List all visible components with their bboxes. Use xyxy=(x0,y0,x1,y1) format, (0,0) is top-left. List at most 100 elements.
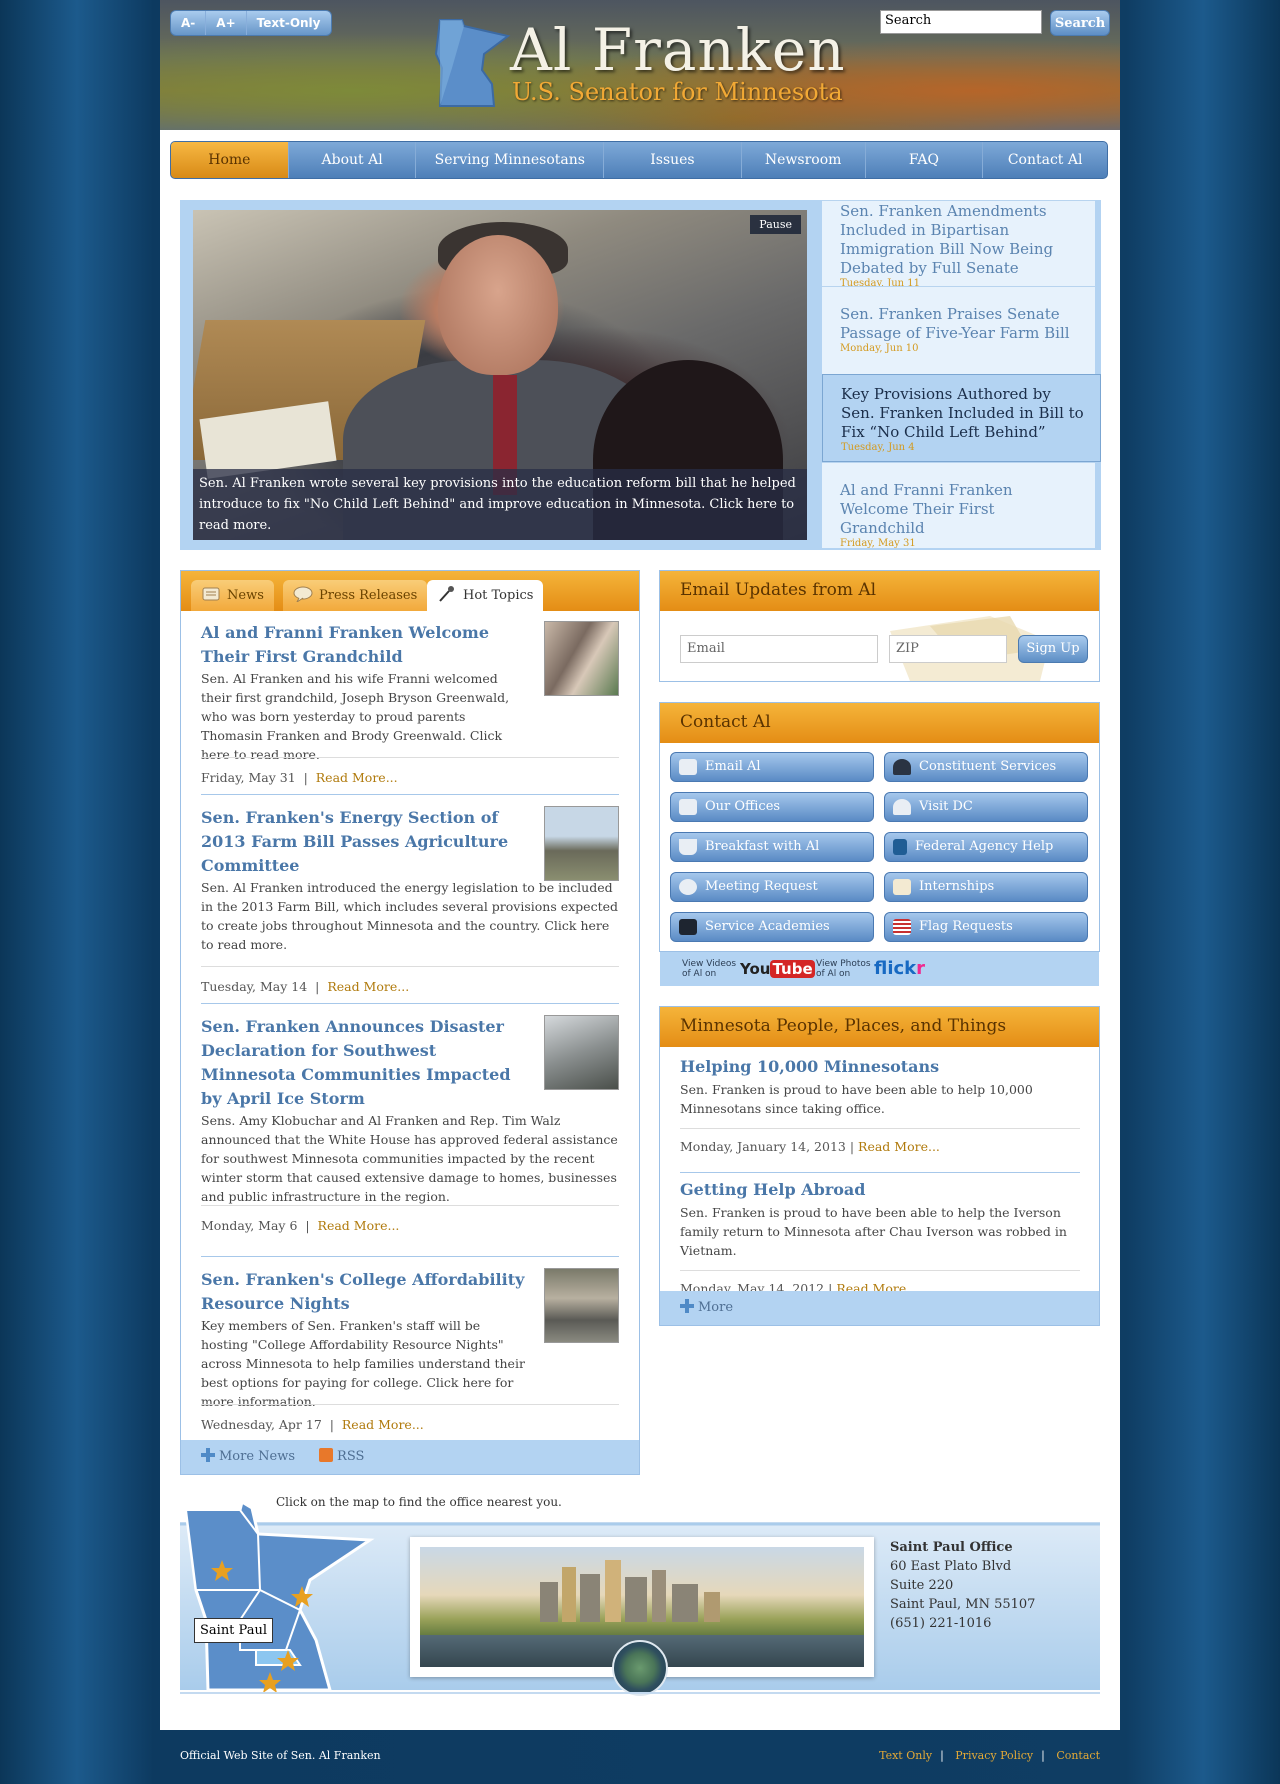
news-item-title[interactable]: Sen. Franken's College Affordability Res… xyxy=(201,1268,526,1316)
slide-item-date: Monday, Jun 10 xyxy=(840,343,919,354)
sign-up-button[interactable]: Sign Up xyxy=(1018,635,1088,663)
news-item-body: Sen. Al Franken and his wife Franni welc… xyxy=(201,671,510,762)
email-field[interactable]: Email xyxy=(680,635,878,663)
search-input[interactable]: Search xyxy=(880,10,1042,34)
ppt-item-title[interactable]: Getting Help Abroad xyxy=(680,1180,1080,1199)
news-thumbnail[interactable] xyxy=(544,1268,619,1343)
office-city: Saint Paul, MN 55107 xyxy=(890,1597,1036,1612)
visit-dc-button[interactable]: Visit DC xyxy=(884,792,1088,822)
nav-contact-al[interactable]: Contact Al xyxy=(983,142,1107,178)
search-button[interactable]: Search xyxy=(1050,10,1110,36)
footer-contact-link[interactable]: Contact xyxy=(1056,1749,1100,1762)
youtube-icon[interactable]: You Tube xyxy=(740,960,815,978)
federal-agency-help-button[interactable]: Federal Agency Help xyxy=(884,832,1088,862)
footer-links: Text Only | Privacy Policy | Contact xyxy=(879,1749,1100,1762)
flag-icon xyxy=(893,919,911,935)
selected-office-label: Saint Paul xyxy=(194,1618,273,1643)
slide-item-date: Tuesday, Jun 4 xyxy=(841,442,915,453)
divider xyxy=(201,794,619,795)
ppt-item-meta: Monday, January 14, 2013 | Read More... xyxy=(680,1128,1080,1154)
news-thumbnail[interactable] xyxy=(544,621,619,696)
read-more-link[interactable]: Read More... xyxy=(327,979,409,994)
tab-press-releases[interactable]: Press Releases xyxy=(283,580,428,611)
email-updates-panel: Email Updates from Al Email ZIP Sign Up xyxy=(659,570,1100,682)
news-item: Sen. Franken's College Affordability Res… xyxy=(201,1268,619,1432)
more-link[interactable]: More xyxy=(660,1291,1099,1325)
news-item-title[interactable]: Al and Franni Franken Welcome Their Firs… xyxy=(201,621,526,669)
nav-home[interactable]: Home xyxy=(171,142,289,178)
button-label: Federal Agency Help xyxy=(915,839,1054,854)
news-item-meta: Monday, May 6 | Read More... xyxy=(201,1205,619,1233)
coffee-cup-icon xyxy=(679,839,697,855)
pause-button[interactable]: Pause xyxy=(750,215,801,234)
flickr-icon[interactable]: flickr xyxy=(874,958,925,979)
read-more-link[interactable]: Read More... xyxy=(342,1417,424,1432)
ppt-item-title[interactable]: Helping 10,000 Minnesotans xyxy=(680,1057,1080,1076)
office-phone: (651) 221-1016 xyxy=(890,1616,992,1631)
nav-newsroom[interactable]: Newsroom xyxy=(742,142,866,178)
ppt-item-body: Sen. Franken is proud to have been able … xyxy=(680,1205,1067,1258)
slide-item-active[interactable]: Key Provisions Authored by Sen. Franken … xyxy=(822,374,1101,462)
videos-label: View Videos xyxy=(682,959,737,969)
constituent-services-button[interactable]: Constituent Services xyxy=(884,752,1088,782)
our-offices-button[interactable]: Our Offices xyxy=(670,792,874,822)
slide-item[interactable]: Al and Franni Franken Welcome Their Firs… xyxy=(822,462,1095,549)
nav-about-al[interactable]: About Al xyxy=(289,142,417,178)
tab-news[interactable]: News xyxy=(191,580,274,611)
news-thumbnail[interactable] xyxy=(544,806,619,881)
media-strip: View Videos of Al on You Tube View Photos… xyxy=(660,952,1099,986)
flag-requests-button[interactable]: Flag Requests xyxy=(884,912,1088,942)
nav-faq[interactable]: FAQ xyxy=(866,142,984,178)
read-more-link[interactable]: Read More... xyxy=(318,1218,400,1233)
email-al-button[interactable]: Email Al xyxy=(670,752,874,782)
news-item-title[interactable]: Sen. Franken Announces Disaster Declarat… xyxy=(201,1015,526,1111)
site-title[interactable]: Al Franken xyxy=(510,16,846,84)
minnesota-logo-icon[interactable] xyxy=(432,18,512,108)
newspaper-icon xyxy=(202,587,220,601)
breakfast-with-al-button[interactable]: Breakfast with Al xyxy=(670,832,874,862)
read-more-link[interactable]: Read More... xyxy=(858,1139,940,1154)
footer-text: Official Web Site of Sen. Al Franken xyxy=(180,1749,381,1762)
news-thumbnail[interactable] xyxy=(544,1015,619,1090)
news-item-body: Sens. Amy Klobuchar and Al Franken and R… xyxy=(201,1113,618,1204)
service-academies-button[interactable]: Service Academies xyxy=(670,912,874,942)
slide-item[interactable]: Sen. Franken Praises Senate Passage of F… xyxy=(822,286,1095,374)
tab-hot-topics[interactable]: Hot Topics xyxy=(427,580,544,611)
news-item-date: Friday, May 31 xyxy=(201,770,296,785)
button-label: Our Offices xyxy=(705,799,781,814)
office-address: Saint Paul Office 60 East Plato Blvd Sui… xyxy=(890,1538,1035,1633)
site-footer: Official Web Site of Sen. Al Franken Tex… xyxy=(180,1749,1100,1762)
internships-button[interactable]: Internships xyxy=(884,872,1088,902)
contact-panel: Contact Al Email Al Constituent Services… xyxy=(659,702,1100,952)
minnesota-map[interactable] xyxy=(180,1500,410,1700)
main-nav: Home About Al Serving Minnesotans Issues… xyxy=(170,141,1108,179)
footer-privacy-link[interactable]: Privacy Policy xyxy=(955,1749,1033,1762)
videos-link[interactable]: View Videos of Al on xyxy=(682,959,736,979)
decrease-font-button[interactable]: A- xyxy=(171,11,207,35)
microphone-icon xyxy=(439,586,454,602)
button-label: Constituent Services xyxy=(919,759,1057,774)
envelope-icon xyxy=(679,759,697,775)
nav-serving-minnesotans[interactable]: Serving Minnesotans xyxy=(416,142,605,178)
text-only-button[interactable]: Text-Only xyxy=(247,11,331,35)
nav-issues[interactable]: Issues xyxy=(604,142,742,178)
tab-label: Hot Topics xyxy=(463,588,534,603)
more-news-link[interactable]: More News xyxy=(201,1448,295,1466)
footer-text-only-link[interactable]: Text Only xyxy=(879,1749,932,1762)
speech-bubble-icon xyxy=(293,586,313,602)
slide-image[interactable]: Pause Sen. Al Franken wrote several key … xyxy=(193,210,807,540)
increase-font-button[interactable]: A+ xyxy=(206,11,247,35)
slide-caption[interactable]: Sen. Al Franken wrote several key provis… xyxy=(193,469,807,540)
zip-field[interactable]: ZIP xyxy=(889,635,1007,663)
minnesota-seal-icon xyxy=(612,1640,668,1696)
rss-link[interactable]: RSS xyxy=(319,1448,364,1466)
page-body: Home About Al Serving Minnesotans Issues… xyxy=(160,130,1120,1730)
slide-item[interactable]: Sen. Franken Amendments Included in Bipa… xyxy=(822,200,1095,289)
read-more-link[interactable]: Read More... xyxy=(316,770,398,785)
news-item-title[interactable]: Sen. Franken's Energy Section of 2013 Fa… xyxy=(201,806,526,878)
meeting-request-button[interactable]: Meeting Request xyxy=(670,872,874,902)
rss-icon xyxy=(319,1448,334,1462)
news-item-body: Sen. Al Franken introduced the energy le… xyxy=(201,880,618,952)
people-places-title: Minnesota People, Places, and Things xyxy=(660,1007,1099,1047)
photos-link[interactable]: View Photos of Al on xyxy=(816,959,871,979)
